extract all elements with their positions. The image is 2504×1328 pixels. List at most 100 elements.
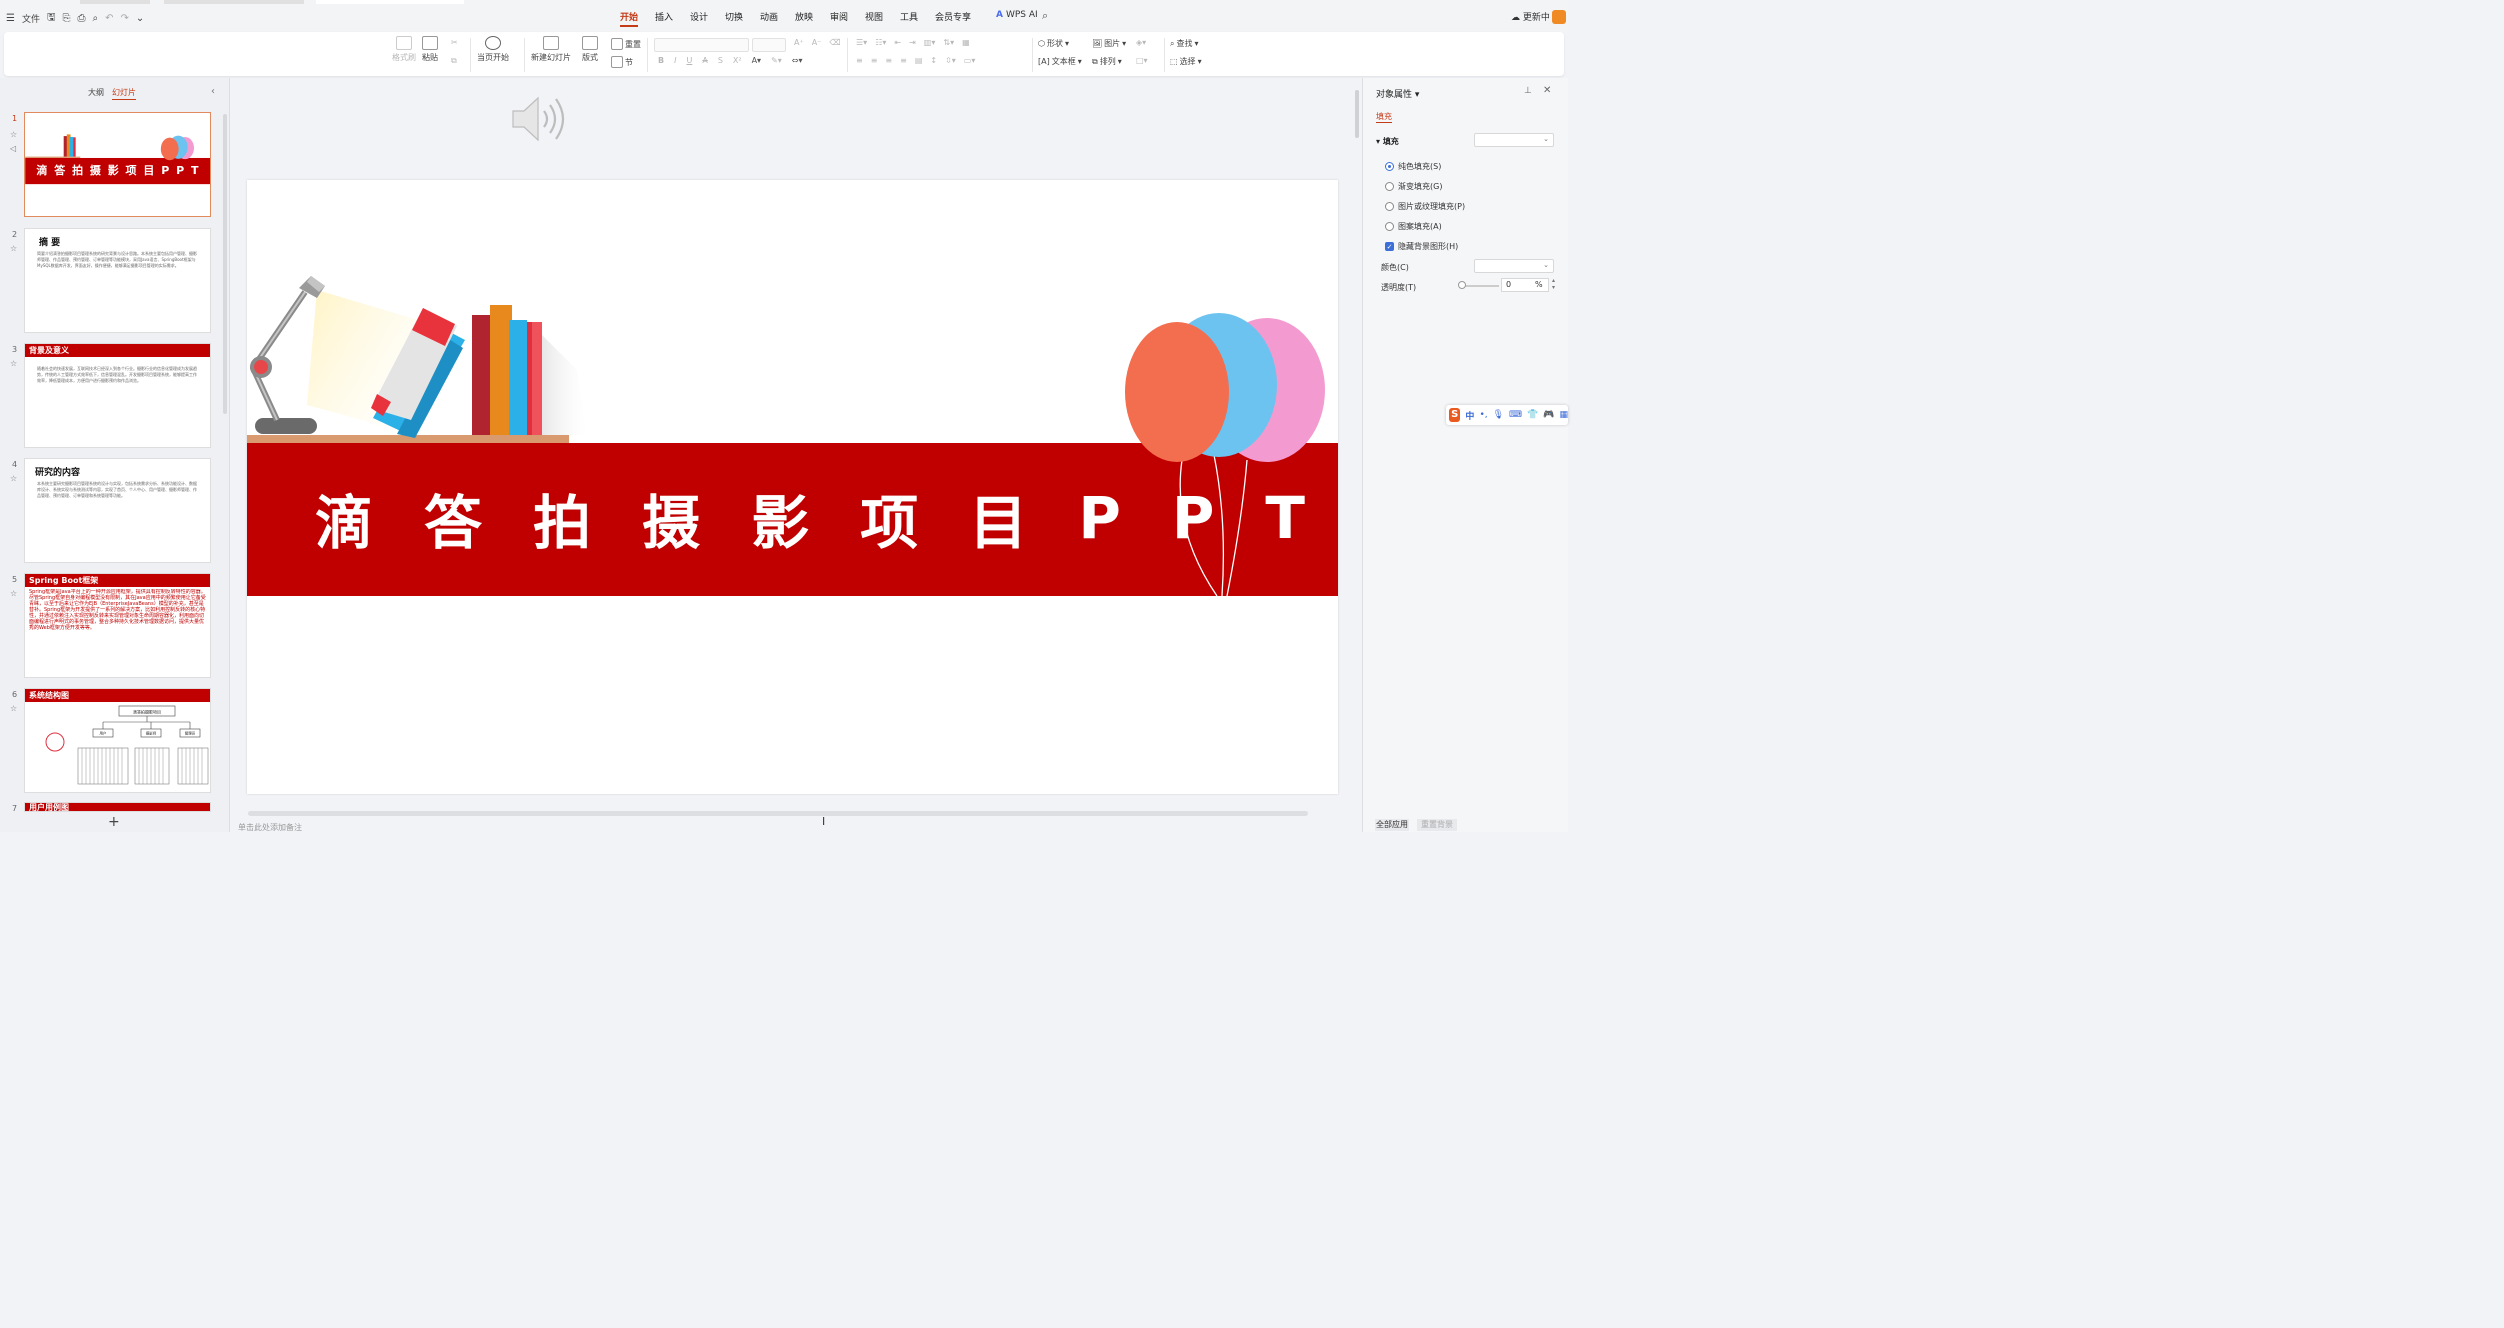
picture-button[interactable]: 🖼 图片 ▾ bbox=[1092, 38, 1126, 49]
slide-thumbnail-2[interactable]: 摘 要 简要介绍滴答拍摄影项目管理系统的研究背景与设计思路。本系统主要包括用户管… bbox=[24, 228, 211, 333]
chevron-down-icon[interactable]: ⌄ bbox=[136, 13, 144, 24]
radio-unchecked[interactable] bbox=[1385, 222, 1394, 231]
column-icon[interactable]: ▥▾ bbox=[924, 38, 936, 47]
close-icon[interactable]: ✕ bbox=[1543, 85, 1551, 96]
italic-icon[interactable]: I bbox=[674, 56, 676, 65]
decrease-indent-icon[interactable]: ⇤ bbox=[894, 38, 901, 47]
convert-smartart-icon[interactable]: ▦ bbox=[962, 38, 970, 47]
audio-speaker-icon[interactable] bbox=[510, 93, 576, 145]
align-right-icon[interactable]: ≡ bbox=[885, 56, 892, 65]
paste-button[interactable]: 粘贴 bbox=[422, 36, 438, 63]
redo-icon[interactable]: ↷ bbox=[121, 13, 129, 24]
find-button[interactable]: ⌕ 查找 ▾ bbox=[1170, 38, 1199, 49]
opacity-slider-handle[interactable] bbox=[1458, 281, 1466, 289]
font-color-icon[interactable]: A▾ bbox=[752, 56, 762, 65]
hide-background-checkbox[interactable]: ✓ 隐藏背景图形(H) bbox=[1385, 241, 1458, 252]
paragraph-spacing-icon[interactable]: ⇳▾ bbox=[945, 56, 956, 65]
layout-button[interactable]: 版式 bbox=[582, 36, 598, 63]
checkbox-checked[interactable]: ✓ bbox=[1385, 242, 1394, 251]
numbered-list-icon[interactable]: ☷▾ bbox=[875, 38, 886, 47]
fill-type-dropdown[interactable]: ⌄ bbox=[1474, 133, 1554, 147]
increase-indent-icon[interactable]: ⇥ bbox=[909, 38, 916, 47]
apply-all-button[interactable]: 全部应用 bbox=[1375, 819, 1409, 831]
fill-color-icon[interactable]: ◈▾ bbox=[1136, 38, 1146, 47]
grid-menu-icon[interactable]: ▦ bbox=[1559, 410, 1568, 420]
game-icon[interactable]: 🎮 bbox=[1543, 410, 1554, 420]
print-icon[interactable]: ⎙ bbox=[78, 13, 86, 24]
file-menu[interactable]: 文件 bbox=[22, 12, 40, 25]
panel-title[interactable]: 对象属性 ▾ bbox=[1376, 87, 1419, 100]
vertical-scrollbar-thumb[interactable] bbox=[1355, 90, 1359, 138]
opacity-spinner[interactable]: ▴ ▾ bbox=[1552, 277, 1555, 291]
tab-0[interactable]: 开始 bbox=[620, 10, 639, 27]
fill-section-header[interactable]: ▾ 填充 bbox=[1376, 136, 1399, 147]
save-icon[interactable]: 🖫 bbox=[47, 10, 56, 27]
tab-3[interactable]: 切换 bbox=[725, 10, 743, 23]
skin-icon[interactable]: 👕 bbox=[1527, 410, 1538, 420]
tab-4[interactable]: 动画 bbox=[760, 10, 778, 23]
slide-thumbnail-3[interactable]: 背景及意义 随着社会的快速发展，互联网技术已经深入到各个行业。摄影行业的信息化管… bbox=[24, 343, 211, 448]
char-spacing-icon[interactable]: ⇔▾ bbox=[792, 56, 803, 65]
radio-unchecked[interactable] bbox=[1385, 182, 1394, 191]
reset-button[interactable]: 重置 bbox=[611, 38, 641, 50]
slide-thumbnail-7[interactable]: 用户用例图 bbox=[24, 802, 211, 812]
tab-5[interactable]: 放映 bbox=[795, 10, 813, 23]
align-center-icon[interactable]: ≡ bbox=[871, 56, 878, 65]
doc-tab-strip[interactable] bbox=[164, 0, 304, 4]
underline-icon[interactable]: U bbox=[686, 56, 692, 65]
slide-thumbnail-1[interactable]: 滴 答 拍 摄 影 项 目 P P T bbox=[24, 112, 211, 217]
tab-6[interactable]: 审阅 bbox=[830, 10, 848, 23]
shadow-text-icon[interactable]: S bbox=[718, 56, 723, 65]
superscript-icon[interactable]: X² bbox=[733, 56, 742, 65]
strikethrough-icon[interactable]: A bbox=[702, 56, 707, 65]
star-icon[interactable]: ☆ bbox=[10, 359, 17, 368]
reset-background-button[interactable]: 重置背景 bbox=[1417, 819, 1457, 831]
tab-1[interactable]: 插入 bbox=[655, 10, 673, 23]
star-icon[interactable]: ☆ bbox=[10, 589, 17, 598]
print-preview-icon[interactable]: ⌕ bbox=[93, 13, 99, 24]
vertical-scroll-track[interactable] bbox=[1354, 80, 1360, 810]
tab-7[interactable]: 视图 bbox=[865, 10, 883, 23]
select-button[interactable]: ⬚ 选择 ▾ bbox=[1170, 56, 1202, 67]
menu-icon[interactable]: ☰ bbox=[6, 13, 15, 24]
shrink-font-icon[interactable]: A⁻ bbox=[812, 38, 822, 47]
ime-language-toggle[interactable]: 中 bbox=[1465, 409, 1474, 422]
keyboard-icon[interactable]: ⌨ bbox=[1509, 410, 1522, 420]
arrange-button[interactable]: ⧉ 排列 ▾ bbox=[1092, 56, 1122, 67]
distribute-icon[interactable]: ▤ bbox=[915, 56, 923, 65]
tab-outline[interactable]: 大纲 bbox=[88, 87, 104, 98]
font-size-dropdown[interactable] bbox=[752, 38, 786, 52]
undo-icon[interactable]: ↶ bbox=[105, 13, 113, 24]
shape-button[interactable]: ⬡ 形状 ▾ bbox=[1038, 38, 1069, 49]
export-icon[interactable]: ⎘ bbox=[63, 13, 71, 24]
textbox-button[interactable]: [A] 文本框 ▾ bbox=[1038, 56, 1082, 67]
tab-9[interactable]: 会员专享 bbox=[935, 10, 971, 23]
font-name-dropdown[interactable] bbox=[654, 38, 749, 52]
star-icon[interactable]: ☆ bbox=[10, 130, 17, 139]
new-slide-button[interactable]: 新建幻灯片 bbox=[531, 36, 571, 63]
doc-tab-active[interactable] bbox=[316, 0, 464, 4]
outline-color-icon[interactable]: □▾ bbox=[1136, 56, 1148, 65]
collapse-panel-icon[interactable]: ‹ bbox=[211, 86, 215, 97]
tab-slides[interactable]: 幻灯片 bbox=[112, 87, 136, 100]
justify-icon[interactable]: ≡ bbox=[900, 56, 907, 65]
cut-icon[interactable]: ✂ bbox=[451, 38, 458, 47]
star-icon[interactable]: ☆ bbox=[10, 704, 17, 713]
highlight-icon[interactable]: ✎▾ bbox=[771, 56, 782, 65]
slide-thumbnail-4[interactable]: 研究的内容 本系统主要研究摄影项目管理系统的设计与实现，包括系统需求分析、系统功… bbox=[24, 458, 211, 563]
section-button[interactable]: 节 bbox=[611, 56, 633, 68]
doc-tab-strip[interactable] bbox=[80, 0, 150, 4]
slide-thumbnail-6[interactable]: 系统结构图 滴答拍摄影项目 用户 摄影师 管理员 bbox=[24, 688, 211, 793]
slide-thumbnail-5[interactable]: Spring Boot框架 Spring框架是Java平台上的一种开源应用框架，… bbox=[24, 573, 211, 678]
gradient-fill-option[interactable]: 渐变填充(G) bbox=[1385, 181, 1442, 192]
slide-canvas[interactable]: 滴 答 拍 摄 影 项 目 P P T bbox=[247, 180, 1338, 794]
star-icon[interactable]: ☆ bbox=[10, 244, 17, 253]
line-spacing-icon[interactable]: ↕ bbox=[930, 56, 937, 65]
star-icon[interactable]: ☆ bbox=[10, 474, 17, 483]
radio-unchecked[interactable] bbox=[1385, 202, 1394, 211]
bullet-list-icon[interactable]: ☰▾ bbox=[856, 38, 867, 47]
play-from-current-button[interactable]: 当页开始 bbox=[477, 36, 509, 63]
radio-checked[interactable] bbox=[1385, 162, 1394, 171]
format-painter-button[interactable]: 格式刷 bbox=[392, 36, 416, 63]
horizontal-scrollbar[interactable] bbox=[248, 811, 1308, 816]
